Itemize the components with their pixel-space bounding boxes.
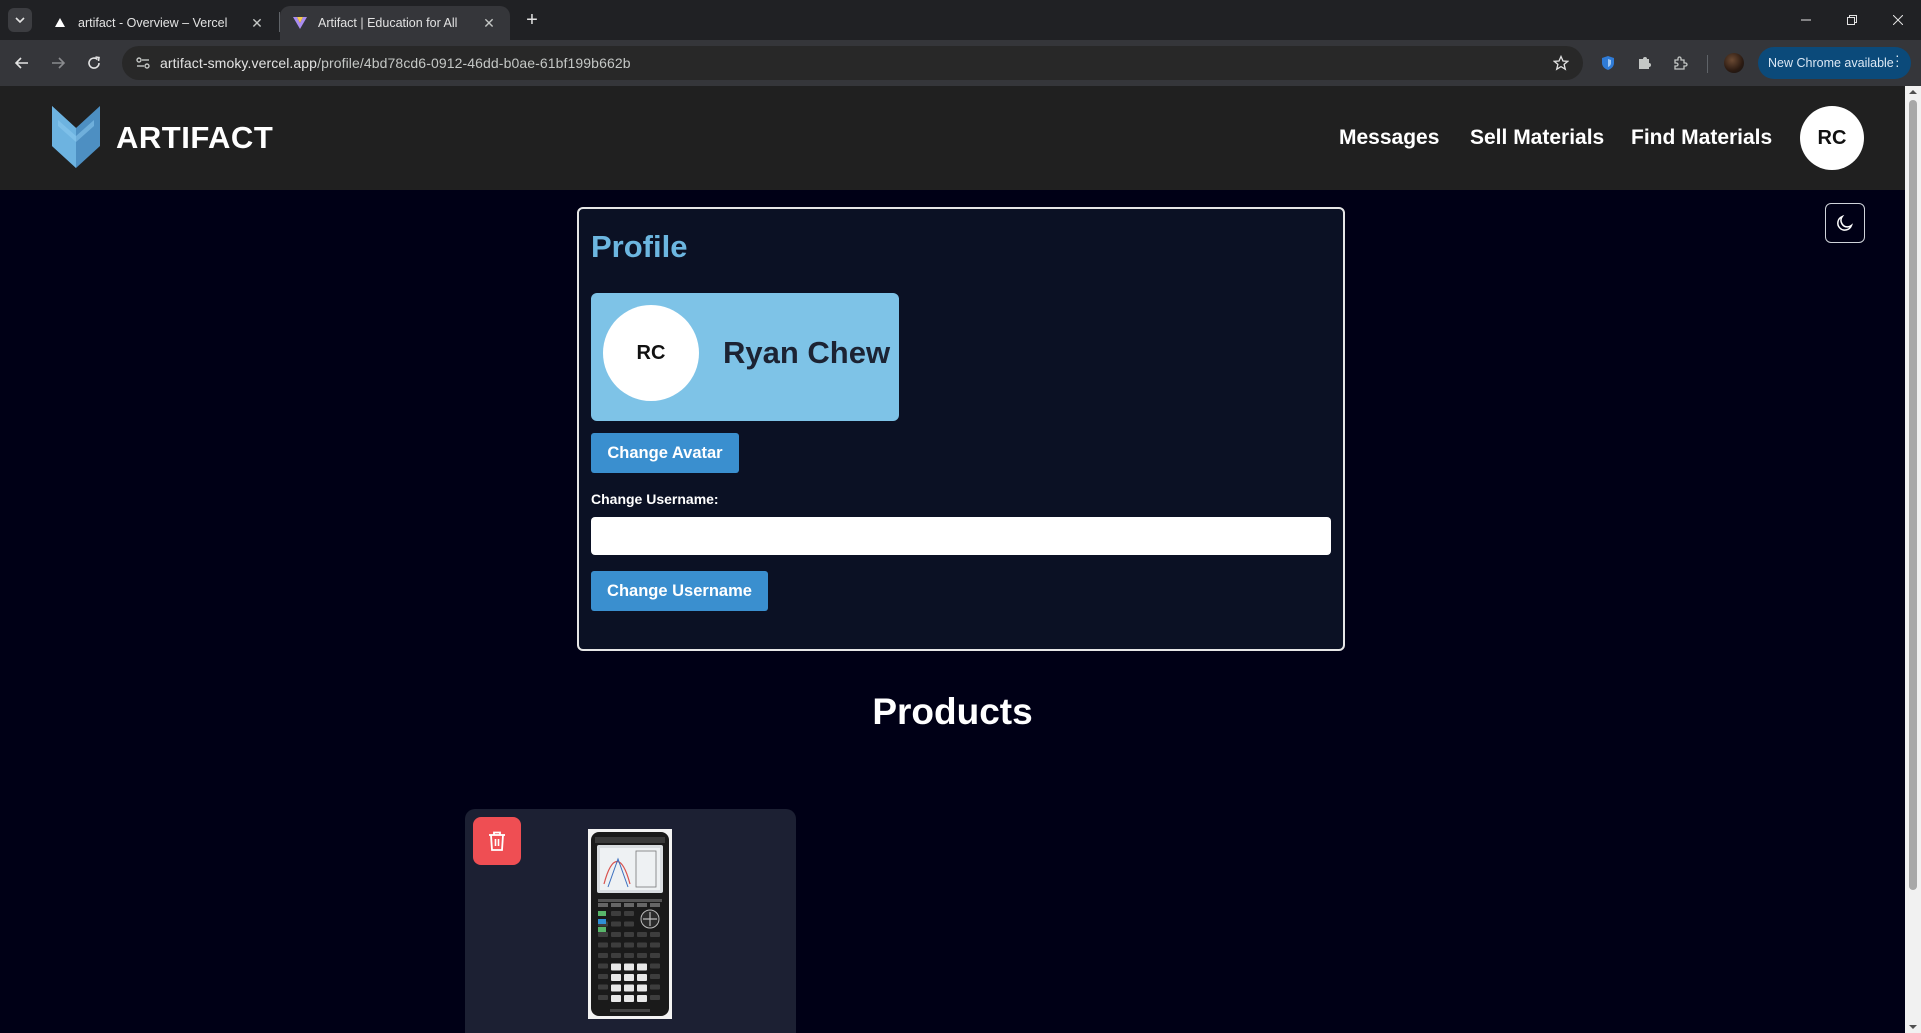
address-bar[interactable]: artifact-smoky.vercel.app/profile/4bd78c… [122, 46, 1583, 80]
tab-title: artifact - Overview – Vercel [78, 16, 228, 30]
scroll-up-arrow-icon[interactable] [1909, 88, 1917, 96]
restore-icon[interactable] [1829, 0, 1875, 40]
page-viewport: ARTIFACT Messages Sell Materials Find Ma… [0, 86, 1905, 1033]
user-name: Ryan Chew [723, 335, 891, 370]
shield-extension-icon[interactable] [1596, 51, 1620, 75]
site-settings-icon[interactable] [126, 46, 160, 80]
reload-icon[interactable] [80, 49, 108, 77]
close-icon[interactable]: ✕ [480, 14, 498, 32]
browser-tabstrip: artifact - Overview – Vercel ✕ Artifact … [0, 0, 1921, 40]
chrome-update-button[interactable]: New Chrome available · · · [1758, 47, 1911, 79]
avatar: RC [603, 305, 699, 401]
scroll-down-arrow-icon[interactable] [1909, 1023, 1917, 1031]
close-icon[interactable]: ✕ [248, 14, 266, 32]
more-vert-icon[interactable]: · · · [1895, 48, 1901, 72]
username-field-label: Change Username: [591, 491, 719, 507]
browser-toolbar: artifact-smoky.vercel.app/profile/4bd78c… [0, 40, 1921, 86]
profile-card: Profile RC Ryan Chew Change Avatar Chang… [577, 207, 1345, 651]
trash-icon [489, 831, 505, 851]
browser-tab-artifact[interactable]: Artifact | Education for All ✕ [280, 6, 510, 40]
theme-toggle-button[interactable] [1825, 203, 1865, 243]
change-username-button[interactable]: Change Username [591, 571, 768, 611]
user-avatar-button[interactable]: RC [1800, 106, 1864, 170]
toolbar-separator [1707, 55, 1708, 73]
tab-search-button[interactable] [8, 8, 32, 32]
change-avatar-button[interactable]: Change Avatar [591, 433, 739, 473]
page-scrollbar[interactable] [1905, 86, 1921, 1033]
browser-tab-vercel[interactable]: artifact - Overview – Vercel ✕ [40, 6, 278, 40]
user-banner: RC Ryan Chew [591, 293, 899, 421]
product-card[interactable] [465, 809, 796, 1033]
vercel-logo-icon [52, 15, 68, 31]
nav-link-messages[interactable]: Messages [1339, 126, 1439, 150]
moon-icon [1837, 214, 1854, 231]
window-close-icon[interactable] [1875, 0, 1921, 40]
chrome-profile-avatar[interactable] [1724, 53, 1744, 73]
scrollbar-thumb[interactable] [1909, 100, 1917, 890]
extension-icon[interactable] [1632, 51, 1656, 75]
artifact-favicon-icon [292, 15, 308, 31]
products-heading: Products [872, 691, 1033, 732]
bookmark-star-icon[interactable] [1551, 53, 1571, 73]
back-arrow-icon[interactable] [8, 49, 36, 77]
url-text: artifact-smoky.vercel.app/profile/4bd78c… [160, 55, 631, 71]
site-header: ARTIFACT Messages Sell Materials Find Ma… [0, 86, 1905, 190]
forward-arrow-icon[interactable] [44, 49, 72, 77]
username-input[interactable] [591, 517, 1331, 555]
minimize-icon[interactable] [1783, 0, 1829, 40]
tab-title: Artifact | Education for All [318, 16, 458, 30]
extensions-puzzle-icon[interactable] [1668, 51, 1692, 75]
artifact-logo-icon[interactable] [52, 106, 100, 172]
nav-link-sell-materials[interactable]: Sell Materials [1470, 126, 1604, 150]
brand-name[interactable]: ARTIFACT [116, 120, 273, 156]
nav-link-find-materials[interactable]: Find Materials [1631, 126, 1772, 150]
chevron-down-icon [15, 17, 25, 24]
new-tab-button[interactable]: + [520, 8, 544, 32]
delete-product-button[interactable] [473, 817, 521, 865]
product-image-calculator[interactable] [588, 829, 672, 1019]
page-title: Profile [591, 229, 688, 264]
